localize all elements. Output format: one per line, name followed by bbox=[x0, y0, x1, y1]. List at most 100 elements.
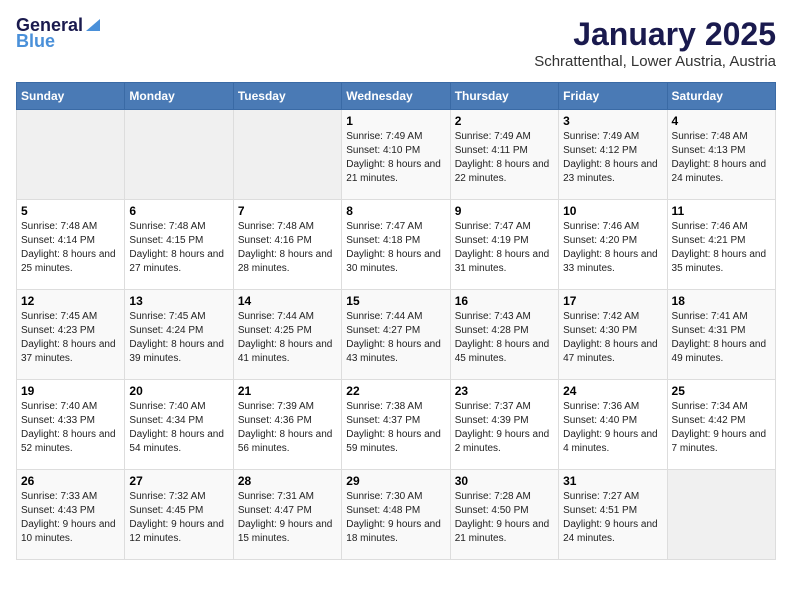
day-info: Sunrise: 7:44 AM Sunset: 4:25 PM Dayligh… bbox=[238, 310, 337, 366]
weekday-header-monday: Monday bbox=[125, 83, 233, 110]
weekday-header-friday: Friday bbox=[559, 83, 667, 110]
page-header: General Blue January 2025 Schrattenthal,… bbox=[16, 16, 776, 70]
day-number: 31 bbox=[563, 474, 662, 488]
day-info: Sunrise: 7:37 AM Sunset: 4:39 PM Dayligh… bbox=[455, 400, 554, 456]
weekday-header-sunday: Sunday bbox=[17, 83, 125, 110]
day-number: 6 bbox=[129, 204, 228, 218]
calendar-cell: 26 Sunrise: 7:33 AM Sunset: 4:43 PM Dayli… bbox=[17, 470, 125, 560]
weekday-header-row: SundayMondayTuesdayWednesdayThursdayFrid… bbox=[17, 83, 776, 110]
day-number: 21 bbox=[238, 384, 337, 398]
day-number: 2 bbox=[455, 114, 554, 128]
day-number: 14 bbox=[238, 294, 337, 308]
calendar-cell: 16 Sunrise: 7:43 AM Sunset: 4:28 PM Dayli… bbox=[450, 290, 558, 380]
calendar-cell: 9 Sunrise: 7:47 AM Sunset: 4:19 PM Daylig… bbox=[450, 200, 558, 290]
day-info: Sunrise: 7:27 AM Sunset: 4:51 PM Dayligh… bbox=[563, 490, 662, 546]
day-number: 26 bbox=[21, 474, 120, 488]
calendar-cell: 29 Sunrise: 7:30 AM Sunset: 4:48 PM Dayli… bbox=[342, 470, 450, 560]
day-info: Sunrise: 7:33 AM Sunset: 4:43 PM Dayligh… bbox=[21, 490, 120, 546]
day-number: 12 bbox=[21, 294, 120, 308]
day-info: Sunrise: 7:45 AM Sunset: 4:23 PM Dayligh… bbox=[21, 310, 120, 366]
day-info: Sunrise: 7:46 AM Sunset: 4:20 PM Dayligh… bbox=[563, 220, 662, 276]
page-title: January 2025 bbox=[534, 16, 776, 53]
day-number: 7 bbox=[238, 204, 337, 218]
weekday-header-wednesday: Wednesday bbox=[342, 83, 450, 110]
day-info: Sunrise: 7:36 AM Sunset: 4:40 PM Dayligh… bbox=[563, 400, 662, 456]
day-number: 11 bbox=[672, 204, 771, 218]
calendar-cell bbox=[17, 110, 125, 200]
day-info: Sunrise: 7:34 AM Sunset: 4:42 PM Dayligh… bbox=[672, 400, 771, 456]
day-info: Sunrise: 7:43 AM Sunset: 4:28 PM Dayligh… bbox=[455, 310, 554, 366]
logo-text-blue: Blue bbox=[16, 32, 55, 52]
day-info: Sunrise: 7:30 AM Sunset: 4:48 PM Dayligh… bbox=[346, 490, 445, 546]
day-info: Sunrise: 7:45 AM Sunset: 4:24 PM Dayligh… bbox=[129, 310, 228, 366]
day-number: 28 bbox=[238, 474, 337, 488]
day-info: Sunrise: 7:31 AM Sunset: 4:47 PM Dayligh… bbox=[238, 490, 337, 546]
day-number: 25 bbox=[672, 384, 771, 398]
day-info: Sunrise: 7:46 AM Sunset: 4:21 PM Dayligh… bbox=[672, 220, 771, 276]
day-number: 19 bbox=[21, 384, 120, 398]
calendar-cell bbox=[125, 110, 233, 200]
calendar-cell: 14 Sunrise: 7:44 AM Sunset: 4:25 PM Dayli… bbox=[233, 290, 341, 380]
calendar-cell: 25 Sunrise: 7:34 AM Sunset: 4:42 PM Dayli… bbox=[667, 380, 775, 470]
calendar-cell: 23Sunrise: 7:37 AM Sunset: 4:39 PM Dayli… bbox=[450, 380, 558, 470]
logo: General Blue bbox=[16, 16, 102, 52]
calendar-cell: 27 Sunrise: 7:32 AM Sunset: 4:45 PM Dayli… bbox=[125, 470, 233, 560]
calendar-week-row: 19 Sunrise: 7:40 AM Sunset: 4:33 PM Dayli… bbox=[17, 380, 776, 470]
calendar-cell: 8 Sunrise: 7:47 AM Sunset: 4:18 PM Daylig… bbox=[342, 200, 450, 290]
calendar-week-row: 5Sunrise: 7:48 AM Sunset: 4:14 PM Daylig… bbox=[17, 200, 776, 290]
weekday-header-saturday: Saturday bbox=[667, 83, 775, 110]
calendar-cell: 28 Sunrise: 7:31 AM Sunset: 4:47 PM Dayli… bbox=[233, 470, 341, 560]
calendar-cell: 11 Sunrise: 7:46 AM Sunset: 4:21 PM Dayli… bbox=[667, 200, 775, 290]
day-info: Sunrise: 7:41 AM Sunset: 4:31 PM Dayligh… bbox=[672, 310, 771, 366]
day-number: 22 bbox=[346, 384, 445, 398]
day-number: 1 bbox=[346, 114, 445, 128]
calendar-week-row: 26 Sunrise: 7:33 AM Sunset: 4:43 PM Dayli… bbox=[17, 470, 776, 560]
calendar-cell: 13Sunrise: 7:45 AM Sunset: 4:24 PM Dayli… bbox=[125, 290, 233, 380]
day-number: 15 bbox=[346, 294, 445, 308]
day-number: 10 bbox=[563, 204, 662, 218]
calendar-cell: 22 Sunrise: 7:38 AM Sunset: 4:37 PM Dayli… bbox=[342, 380, 450, 470]
page-subtitle: Schrattenthal, Lower Austria, Austria bbox=[534, 53, 776, 70]
day-number: 16 bbox=[455, 294, 554, 308]
day-info: Sunrise: 7:48 AM Sunset: 4:13 PM Dayligh… bbox=[672, 130, 771, 186]
calendar-cell: 4Sunrise: 7:48 AM Sunset: 4:13 PM Daylig… bbox=[667, 110, 775, 200]
calendar-cell: 12 Sunrise: 7:45 AM Sunset: 4:23 PM Dayli… bbox=[17, 290, 125, 380]
calendar-cell: 18 Sunrise: 7:41 AM Sunset: 4:31 PM Dayli… bbox=[667, 290, 775, 380]
day-info: Sunrise: 7:44 AM Sunset: 4:27 PM Dayligh… bbox=[346, 310, 445, 366]
calendar-week-row: 1 Sunrise: 7:49 AM Sunset: 4:10 PM Daylig… bbox=[17, 110, 776, 200]
day-info: Sunrise: 7:47 AM Sunset: 4:18 PM Dayligh… bbox=[346, 220, 445, 276]
day-info: Sunrise: 7:32 AM Sunset: 4:45 PM Dayligh… bbox=[129, 490, 228, 546]
calendar-cell: 1 Sunrise: 7:49 AM Sunset: 4:10 PM Daylig… bbox=[342, 110, 450, 200]
calendar-cell: 24 Sunrise: 7:36 AM Sunset: 4:40 PM Dayli… bbox=[559, 380, 667, 470]
day-number: 27 bbox=[129, 474, 228, 488]
day-number: 24 bbox=[563, 384, 662, 398]
day-info: Sunrise: 7:49 AM Sunset: 4:10 PM Dayligh… bbox=[346, 130, 445, 186]
calendar-cell: 30 Sunrise: 7:28 AM Sunset: 4:50 PM Dayli… bbox=[450, 470, 558, 560]
weekday-header-tuesday: Tuesday bbox=[233, 83, 341, 110]
calendar-cell: 19 Sunrise: 7:40 AM Sunset: 4:33 PM Dayli… bbox=[17, 380, 125, 470]
day-info: Sunrise: 7:38 AM Sunset: 4:37 PM Dayligh… bbox=[346, 400, 445, 456]
calendar-cell: 7Sunrise: 7:48 AM Sunset: 4:16 PM Daylig… bbox=[233, 200, 341, 290]
calendar-cell: 17Sunrise: 7:42 AM Sunset: 4:30 PM Dayli… bbox=[559, 290, 667, 380]
day-info: Sunrise: 7:49 AM Sunset: 4:11 PM Dayligh… bbox=[455, 130, 554, 186]
day-number: 17 bbox=[563, 294, 662, 308]
day-info: Sunrise: 7:47 AM Sunset: 4:19 PM Dayligh… bbox=[455, 220, 554, 276]
day-info: Sunrise: 7:40 AM Sunset: 4:33 PM Dayligh… bbox=[21, 400, 120, 456]
day-info: Sunrise: 7:48 AM Sunset: 4:15 PM Dayligh… bbox=[129, 220, 228, 276]
calendar-cell: 2 Sunrise: 7:49 AM Sunset: 4:11 PM Daylig… bbox=[450, 110, 558, 200]
day-number: 9 bbox=[455, 204, 554, 218]
day-number: 8 bbox=[346, 204, 445, 218]
day-info: Sunrise: 7:28 AM Sunset: 4:50 PM Dayligh… bbox=[455, 490, 554, 546]
calendar-cell bbox=[667, 470, 775, 560]
weekday-header-thursday: Thursday bbox=[450, 83, 558, 110]
calendar-cell: 15 Sunrise: 7:44 AM Sunset: 4:27 PM Dayli… bbox=[342, 290, 450, 380]
day-number: 18 bbox=[672, 294, 771, 308]
calendar-week-row: 12 Sunrise: 7:45 AM Sunset: 4:23 PM Dayli… bbox=[17, 290, 776, 380]
day-number: 30 bbox=[455, 474, 554, 488]
calendar-cell: 10 Sunrise: 7:46 AM Sunset: 4:20 PM Dayli… bbox=[559, 200, 667, 290]
day-number: 29 bbox=[346, 474, 445, 488]
calendar-table: SundayMondayTuesdayWednesdayThursdayFrid… bbox=[16, 82, 776, 560]
day-info: Sunrise: 7:39 AM Sunset: 4:36 PM Dayligh… bbox=[238, 400, 337, 456]
calendar-cell bbox=[233, 110, 341, 200]
calendar-cell: 21 Sunrise: 7:39 AM Sunset: 4:36 PM Dayli… bbox=[233, 380, 341, 470]
